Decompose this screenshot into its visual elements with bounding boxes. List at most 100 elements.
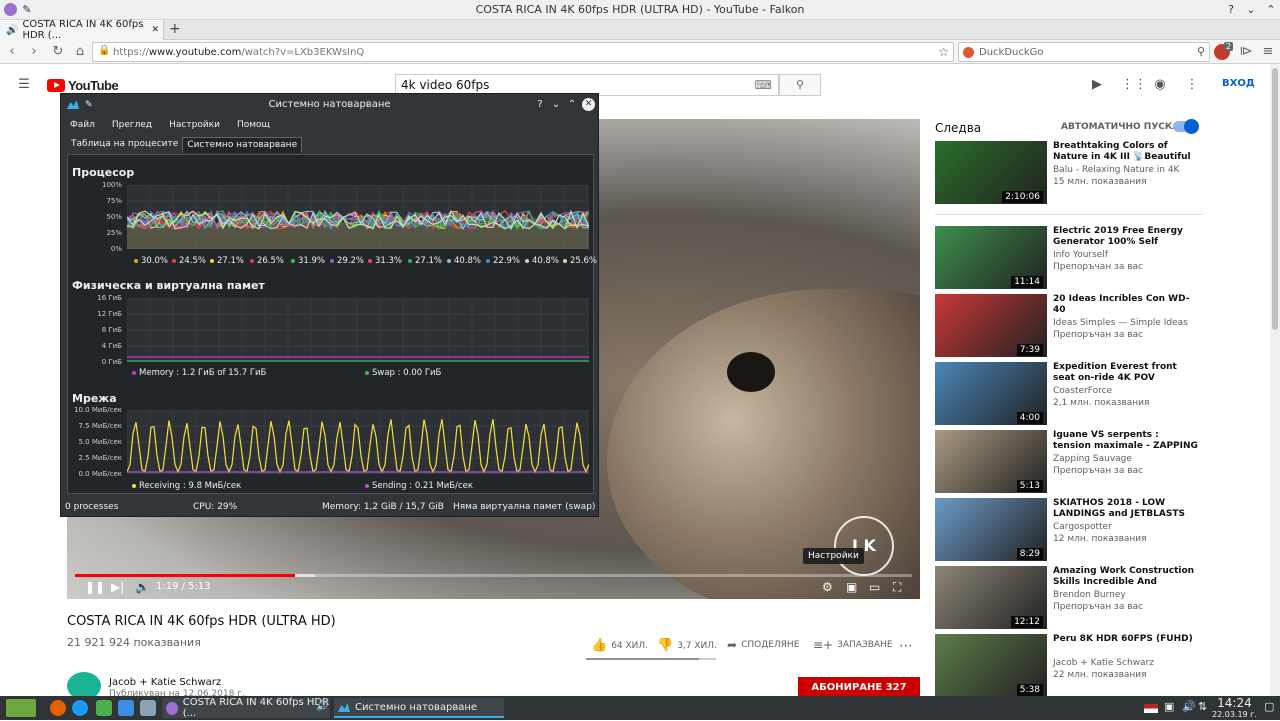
- recommendation-title[interactable]: 20 Ideas Incríbles Con WD-40: [1053, 294, 1198, 316]
- apps-grid-icon[interactable]: ⋮⋮: [1121, 78, 1147, 92]
- menu-icon[interactable]: ≡: [1260, 44, 1276, 60]
- recommendation-item[interactable]: 2:10:06 Breathtaking Colors of Nature in …: [935, 141, 1205, 205]
- network-tray-icon[interactable]: ⇅: [1198, 700, 1207, 713]
- settings-more-icon[interactable]: ⋮: [1185, 78, 1199, 92]
- recommendation-channel[interactable]: Zapping Sauvage: [1053, 454, 1132, 464]
- volume-icon[interactable]: 🔊: [135, 580, 150, 594]
- keyboard-icon[interactable]: ⌨: [755, 75, 772, 95]
- url-bar[interactable]: 🔒 https://www.youtube.com/watch?v=LXb3EK…: [92, 42, 954, 62]
- pause-icon[interactable]: ❚❚: [85, 580, 105, 594]
- back-icon[interactable]: ‹: [4, 44, 20, 60]
- subscribe-button[interactable]: АБОНИРАНЕ 327 ХИЛ.: [798, 677, 920, 714]
- home-icon[interactable]: ⌂: [72, 44, 88, 60]
- theater-mode-icon[interactable]: ▭: [869, 580, 880, 594]
- window-title: COSTA RICA IN 4K 60fps HDR (ULTRA HD) - …: [475, 3, 805, 16]
- youtube-logo[interactable]: YouTube: [47, 78, 119, 93]
- like-ratio-bar: [586, 658, 716, 660]
- channel-watermark[interactable]: J K: [834, 516, 894, 576]
- keyboard-layout-flag-icon[interactable]: [1144, 704, 1158, 713]
- menu-file[interactable]: Файл: [70, 120, 95, 130]
- settings-app-icon[interactable]: [140, 700, 156, 716]
- tab-close-icon[interactable]: ✕: [151, 25, 159, 35]
- recommendation-channel[interactable]: CoasterForce: [1053, 386, 1112, 396]
- sysmon-maximize-icon[interactable]: ⌃: [565, 98, 579, 112]
- taskbar-task-sysmon[interactable]: Системно натоварване: [334, 698, 504, 718]
- recommendation-meta: 2,1 млн. показвания: [1053, 398, 1150, 408]
- menu-settings[interactable]: Настройки: [169, 120, 220, 130]
- recommendation-channel[interactable]: Cargospotter: [1053, 522, 1112, 532]
- recommendation-channel[interactable]: Info Yourself: [1053, 250, 1108, 260]
- page-scrollbar[interactable]: [1270, 64, 1280, 696]
- volume-tray-icon[interactable]: 🔊: [1182, 700, 1196, 713]
- recommendation-item[interactable]: 5:13 Iguane VS serpents : tension maximal…: [935, 430, 1205, 494]
- recommendation-title[interactable]: SKIATHOS 2018 - LOW LANDINGS and JETBLAS…: [1053, 498, 1198, 520]
- taskbar-task-falkon[interactable]: COSTA RICA IN 4K 60fps HDR (...: [162, 697, 330, 719]
- clipboard-icon[interactable]: ▣: [1164, 700, 1174, 713]
- maximize-icon[interactable]: ⌃: [1264, 3, 1278, 17]
- recommendation-item[interactable]: 11:14 Electric 2019 Free Energy Generator…: [935, 226, 1205, 290]
- recommendation-item[interactable]: 8:29 SKIATHOS 2018 - LOW LANDINGS and JET…: [935, 498, 1205, 562]
- search-engine-box[interactable]: DuckDuckGo ⚲: [958, 42, 1210, 62]
- guide-menu-icon[interactable]: ☰: [17, 78, 31, 92]
- share-button[interactable]: ➦ СПОДЕЛЯНЕ: [727, 638, 799, 652]
- speaker-icon[interactable]: 🔊: [6, 25, 18, 36]
- taskbar-audio-icon[interactable]: 🔊: [316, 701, 328, 712]
- start-menu-icon[interactable]: [6, 699, 36, 717]
- tab-process-table[interactable]: Таблица на процесите: [67, 137, 182, 153]
- taskbar-clock[interactable]: 14:24 22.03.19 г.: [1212, 697, 1257, 721]
- recommendation-channel[interactable]: Brendon Burney: [1053, 590, 1126, 600]
- forward-icon[interactable]: ›: [26, 44, 42, 60]
- like-button[interactable]: 👍 64 ХИЛ.: [591, 638, 648, 653]
- sysmon-minimize-icon[interactable]: ⌄: [549, 98, 563, 112]
- recommendation-title[interactable]: Amazing Work Construction Skills Incredi…: [1053, 566, 1198, 588]
- sysmon-close-icon[interactable]: ✕: [582, 98, 595, 111]
- autoplay-toggle[interactable]: [1173, 119, 1199, 134]
- chromium-icon[interactable]: [72, 700, 88, 716]
- terminal-icon[interactable]: [96, 700, 112, 716]
- browser-tab-active[interactable]: 🔊 COSTA RICA IN 4K 60fps HDR (... ✕: [0, 19, 164, 41]
- recommendation-channel[interactable]: Jacob + Katie Schwarz: [1053, 658, 1154, 668]
- reload-icon[interactable]: ↻: [50, 44, 66, 60]
- channel-name[interactable]: Jacob + Katie Schwarz: [109, 677, 221, 688]
- search-icon[interactable]: ⚲: [1197, 45, 1205, 58]
- more-actions-icon[interactable]: ⋯: [899, 638, 913, 654]
- firefox-icon[interactable]: [50, 700, 66, 716]
- video-progress-bar[interactable]: [75, 574, 912, 577]
- recommendation-item[interactable]: 12:12 Amazing Work Construction Skills In…: [935, 566, 1205, 630]
- recommendation-channel[interactable]: Balu - Relaxing Nature in 4K: [1053, 165, 1179, 175]
- recommendation-title[interactable]: Iguane VS serpents : tension maximale - …: [1053, 430, 1198, 452]
- new-tab-button[interactable]: +: [169, 21, 181, 37]
- recommendation-duration: 7:39: [1016, 344, 1043, 356]
- recommendation-title[interactable]: Breathtaking Colors of Nature in 4K III …: [1053, 141, 1198, 163]
- save-button[interactable]: ≡+ ЗАПАЗВАНЕ: [813, 638, 893, 652]
- dislike-button[interactable]: 👎 3,7 ХИЛ.: [657, 638, 717, 653]
- recommendation-channel[interactable]: Ideas Simples — Simple Ideas: [1053, 318, 1188, 328]
- settings-gear-icon[interactable]: ⚙: [822, 580, 833, 594]
- menu-view[interactable]: Преглед: [112, 120, 152, 130]
- system-monitor-window: ✎ Системно натоварване ? ⌄ ⌃ ✕ Файл Прег…: [60, 93, 599, 517]
- messages-icon[interactable]: ◉: [1153, 78, 1167, 92]
- recommendation-item[interactable]: 5:38 Peru 8K HDR 60FPS (FUHD) Jacob + Kati…: [935, 634, 1205, 698]
- sysmon-pin-icon[interactable]: ✎: [85, 94, 93, 116]
- menu-help[interactable]: Помощ: [237, 120, 270, 130]
- bookmark-star-icon[interactable]: ☆: [938, 45, 949, 59]
- minimize-icon[interactable]: ⌄: [1244, 3, 1258, 17]
- recommendation-title[interactable]: Peru 8K HDR 60FPS (FUHD): [1053, 634, 1198, 645]
- tab-system-load[interactable]: Системно натоварване: [182, 137, 303, 153]
- show-desktop-icon[interactable]: ▢: [1264, 700, 1274, 713]
- recommendation-item[interactable]: 7:39 20 Ideas Incríbles Con WD-40 Ideas Si…: [935, 294, 1205, 358]
- sidebar-toggle-icon[interactable]: ⧐: [1238, 44, 1254, 60]
- fullscreen-icon[interactable]: ⛶: [893, 580, 901, 595]
- next-icon[interactable]: ▶|: [111, 580, 124, 594]
- signin-button[interactable]: ВХОД: [1222, 78, 1255, 89]
- cpu-ytick: 100%: [101, 181, 122, 189]
- recommendation-item[interactable]: 4:00 Expedition Everest front seat on-rid…: [935, 362, 1205, 426]
- recommendation-title[interactable]: Expedition Everest front seat on-ride 4K…: [1053, 362, 1198, 384]
- sysmon-help-icon[interactable]: ?: [533, 98, 547, 112]
- file-manager-icon[interactable]: [118, 700, 134, 716]
- miniplayer-icon[interactable]: ▣: [846, 580, 857, 594]
- help-icon[interactable]: ?: [1224, 3, 1238, 17]
- recommendation-title[interactable]: Electric 2019 Free Energy Generator 100%…: [1053, 226, 1198, 248]
- create-video-icon[interactable]: ▶: [1090, 78, 1104, 92]
- youtube-search-button[interactable]: ⚲: [779, 74, 821, 96]
